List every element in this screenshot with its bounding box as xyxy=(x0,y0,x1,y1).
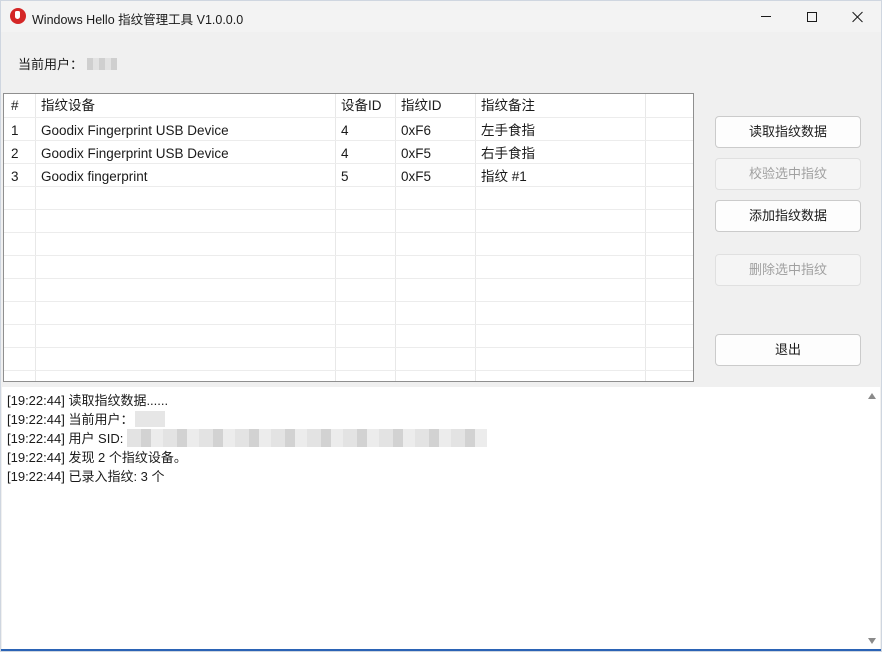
row-divider xyxy=(4,324,693,325)
close-button[interactable] xyxy=(835,1,881,32)
log-scrollbar[interactable] xyxy=(865,388,879,650)
scroll-up-icon[interactable] xyxy=(868,393,876,399)
window-bottom-border xyxy=(1,649,881,651)
redacted-username xyxy=(135,410,166,427)
current-user-row: 当前用户： xyxy=(18,54,118,73)
row-divider xyxy=(4,301,693,302)
log-line: [19:22:44] 已录入指纹: 3 个 xyxy=(7,466,165,485)
cell-note: 右手食指 xyxy=(481,146,535,161)
exit-button[interactable]: 退出 xyxy=(715,334,861,366)
log-line: [19:22:44] 发现 2 个指纹设备。 xyxy=(7,447,187,466)
redacted-username xyxy=(87,57,118,70)
log-text: [19:22:44] 读取指纹数据...... xyxy=(7,393,169,408)
column-header-device-id[interactable]: 设备ID xyxy=(341,94,382,117)
log-line: [19:22:44] 用户 SID: xyxy=(7,428,488,447)
cell-fingerprint-id: 0xF6 xyxy=(401,123,432,138)
current-user-label: 当前用户： xyxy=(18,57,84,72)
redacted-sid xyxy=(127,428,488,447)
column-header-index[interactable]: # xyxy=(11,94,19,117)
minimize-icon xyxy=(761,16,771,17)
column-header-device[interactable]: 指纹设备 xyxy=(41,94,95,117)
cell-fingerprint-id: 0xF5 xyxy=(401,169,432,184)
table-header: # 指纹设备 设备ID 指纹ID 指纹备注 xyxy=(4,94,693,117)
maximize-icon xyxy=(807,11,817,22)
table-row[interactable]: 2 Goodix Fingerprint USB Device 4 0xF5 右… xyxy=(4,142,693,165)
row-divider xyxy=(4,232,693,233)
verify-selected-button[interactable]: 校验选中指纹 xyxy=(715,158,861,190)
maximize-button[interactable] xyxy=(789,1,835,32)
log-output[interactable]: [19:22:44] 读取指纹数据...... [19:22:44] 当前用户：… xyxy=(2,387,880,651)
row-divider xyxy=(4,278,693,279)
cell-device: Goodix Fingerprint USB Device xyxy=(41,123,229,138)
scroll-down-icon[interactable] xyxy=(868,638,876,644)
log-text: [19:22:44] 当前用户： xyxy=(7,412,134,427)
cell-index: 2 xyxy=(11,146,19,161)
cell-device-id: 5 xyxy=(341,169,349,184)
table-row[interactable]: 1 Goodix Fingerprint USB Device 4 0xF6 左… xyxy=(4,119,693,142)
cell-fingerprint-id: 0xF5 xyxy=(401,146,432,161)
close-icon xyxy=(852,11,864,23)
cell-device-id: 4 xyxy=(341,146,349,161)
app-window: Windows Hello 指纹管理工具 V1.0.0.0 当前用户： # 指纹… xyxy=(0,0,882,652)
column-header-fingerprint-id[interactable]: 指纹ID xyxy=(401,94,442,117)
row-divider xyxy=(4,117,693,118)
delete-selected-button[interactable]: 删除选中指纹 xyxy=(715,254,861,286)
log-line: [19:22:44] 读取指纹数据...... xyxy=(7,390,168,409)
row-divider xyxy=(4,209,693,210)
cell-device: Goodix fingerprint xyxy=(41,169,148,184)
add-fingerprint-button[interactable]: 添加指纹数据 xyxy=(715,200,861,232)
fingerprint-table[interactable]: # 指纹设备 设备ID 指纹ID 指纹备注 1 Goodix Fingerpri… xyxy=(3,93,694,382)
row-divider xyxy=(4,370,693,371)
log-text: [19:22:44] 用户 SID: xyxy=(7,431,124,446)
row-divider xyxy=(4,347,693,348)
cell-device-id: 4 xyxy=(341,123,349,138)
row-divider xyxy=(4,255,693,256)
table-row[interactable]: 3 Goodix fingerprint 5 0xF5 指纹 #1 xyxy=(4,165,693,188)
cell-index: 3 xyxy=(11,169,19,184)
log-line: [19:22:44] 当前用户： xyxy=(7,409,166,428)
cell-note: 左手食指 xyxy=(481,123,535,138)
log-text: [19:22:44] 已录入指纹: 3 个 xyxy=(7,469,165,484)
minimize-button[interactable] xyxy=(743,1,789,32)
cell-device: Goodix Fingerprint USB Device xyxy=(41,146,229,161)
log-text: [19:22:44] 发现 2 个指纹设备。 xyxy=(7,450,187,465)
read-fingerprint-button[interactable]: 读取指纹数据 xyxy=(715,116,861,148)
title-bar: Windows Hello 指纹管理工具 V1.0.0.0 xyxy=(1,1,881,32)
cell-index: 1 xyxy=(11,123,19,138)
cell-note: 指纹 #1 xyxy=(481,169,527,184)
column-header-note[interactable]: 指纹备注 xyxy=(481,94,535,117)
hand-stop-icon xyxy=(10,8,26,24)
window-title: Windows Hello 指纹管理工具 V1.0.0.0 xyxy=(32,13,244,27)
